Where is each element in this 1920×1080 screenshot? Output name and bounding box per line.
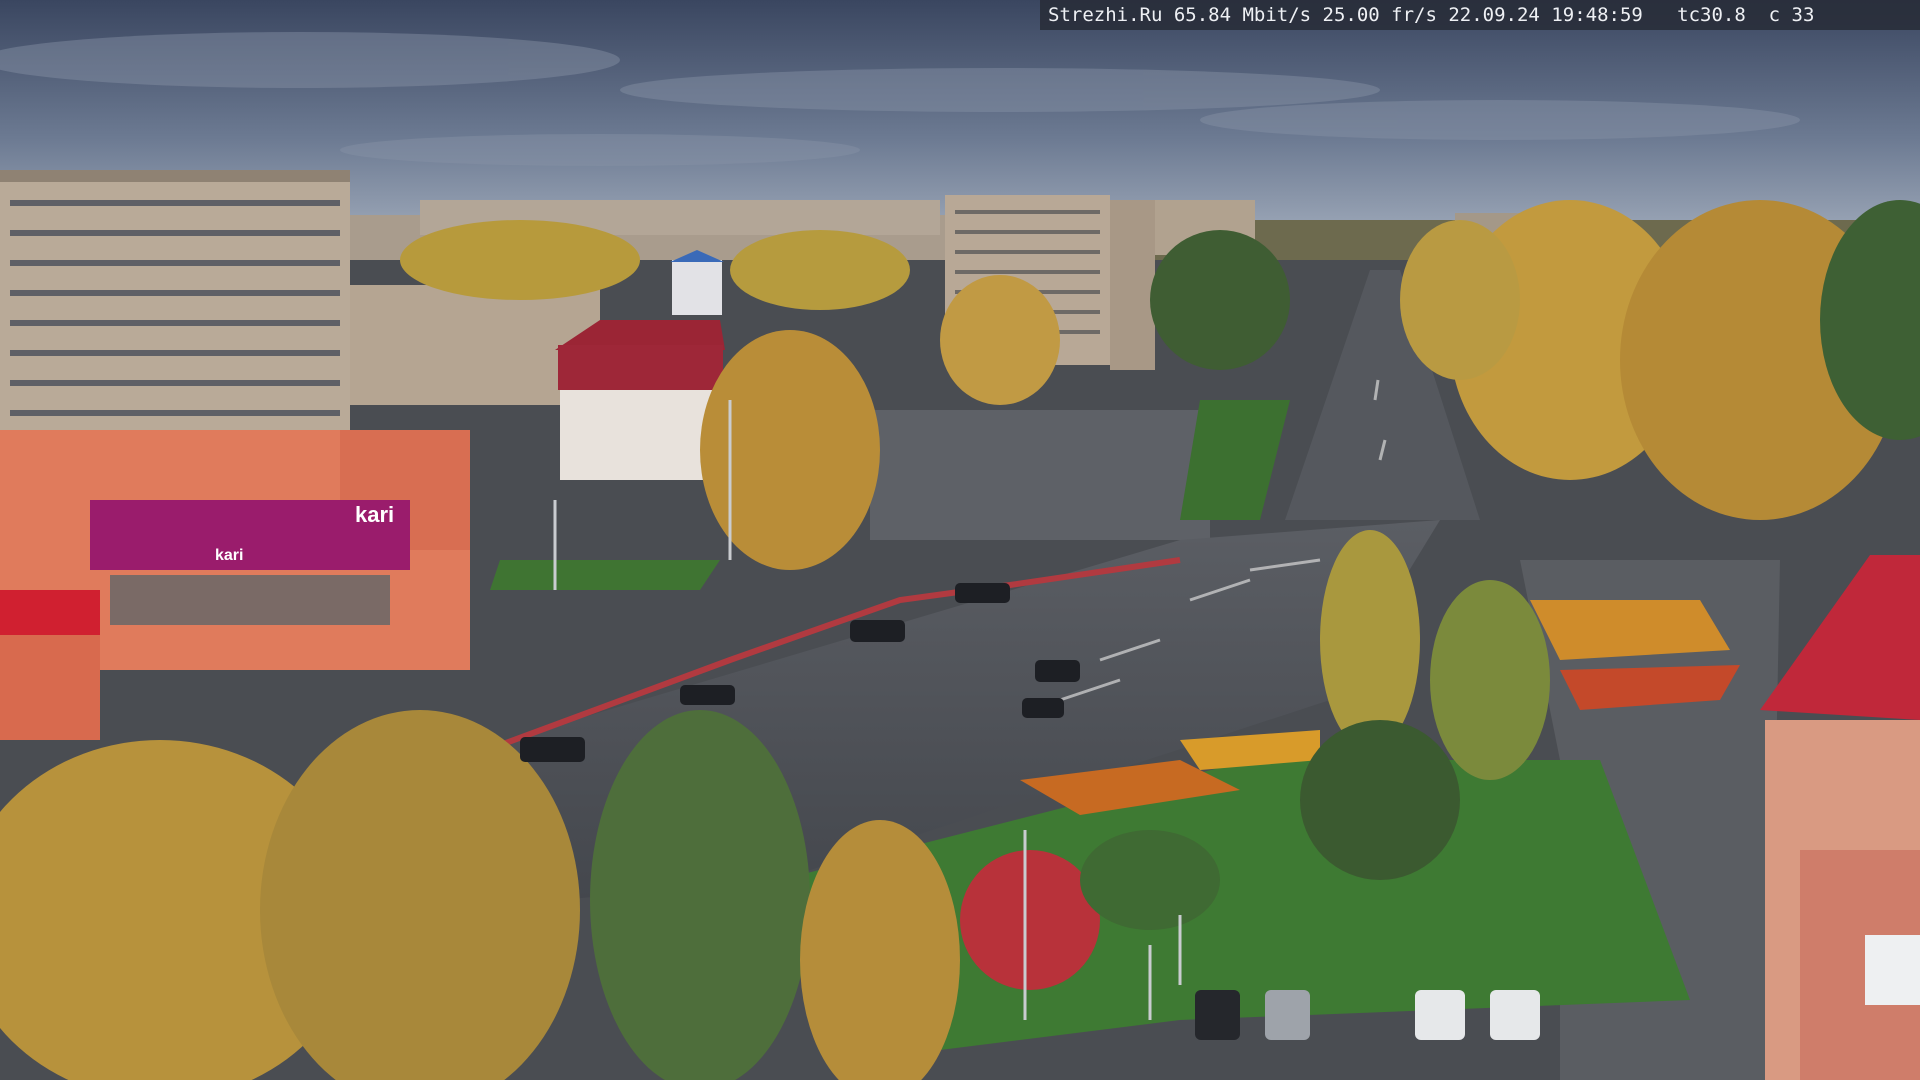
red-roof-building [555,320,725,480]
flower-bed-3 [1530,600,1730,660]
store-sign-small: kari [215,547,243,564]
plaza [870,410,1210,540]
small-tower [672,260,722,315]
camera-osd-overlay: Strezhi.Ru 65.84 Mbit/s 25.00 fr/s 22.09… [1040,0,1920,30]
webcam-city-scene: kari kari [0,0,1920,1080]
lawn-left [490,560,720,590]
store-sign-main: kari [355,502,394,527]
